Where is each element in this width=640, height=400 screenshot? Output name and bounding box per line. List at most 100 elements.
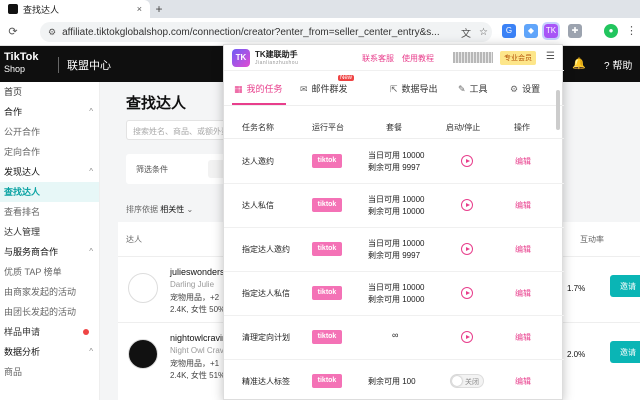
sidebar-item-label: 由团长发起的活动: [4, 307, 77, 317]
play-icon[interactable]: [461, 155, 473, 167]
invite-button[interactable]: 邀请: [610, 341, 640, 363]
tk-extension-icon[interactable]: TK: [542, 22, 560, 40]
new-tab-button[interactable]: +: [152, 2, 166, 16]
creator-avatar[interactable]: [128, 339, 158, 369]
sidebar-item-label: 查找达人: [4, 187, 41, 197]
sidebar-item-label: 由商家发起的活动: [4, 287, 77, 297]
toggle-label: 关闭: [465, 379, 479, 386]
sidebar-item-label: 达人管理: [4, 227, 41, 237]
tk-logo-icon: TK: [232, 49, 250, 67]
sidebar-item-label: 公开合作: [4, 127, 41, 137]
chevron-up-icon[interactable]: ^: [89, 102, 93, 122]
edit-link[interactable]: 编辑: [515, 332, 531, 343]
vip-badge[interactable]: 专业会员: [500, 51, 536, 65]
popup-scrollbar[interactable]: [556, 90, 560, 130]
sort-row[interactable]: 排序依据 相关性 ⌄: [126, 204, 193, 215]
creator-name[interactable]: julieswondersh: [170, 267, 230, 277]
tab-tools[interactable]: ✎ 工具: [458, 82, 488, 95]
profile-avatar-icon[interactable]: ●: [604, 24, 618, 38]
chevron-up-icon[interactable]: ^: [89, 342, 93, 362]
browser-tab-bar: 查找达人 × +: [0, 0, 640, 18]
task-name: 精准达人标签: [242, 377, 290, 386]
help-button[interactable]: ? 帮助: [604, 57, 632, 72]
tab-mail-broadcast[interactable]: ✉ 邮件群发: [300, 82, 348, 95]
help-icon: ?: [604, 61, 610, 72]
sidebar-item[interactable]: 查看排名: [0, 202, 99, 222]
tiktok-shop-logo[interactable]: TikTok Shop: [4, 51, 38, 75]
column-header-creator: 达人: [126, 235, 142, 244]
site-info-icon[interactable]: ⚙: [48, 27, 56, 38]
sort-value[interactable]: 相关性: [160, 205, 184, 214]
sidebar-item[interactable]: 合作 ^: [0, 102, 99, 122]
popup-menu-icon[interactable]: ☰: [546, 51, 555, 62]
creator-rate: 1.7%: [567, 284, 586, 293]
play-icon[interactable]: [461, 243, 473, 255]
plan-remaining: 剩余可用 9997: [368, 163, 421, 172]
chevron-up-icon[interactable]: ^: [89, 162, 93, 182]
tutorial-link[interactable]: 使用教程: [402, 53, 434, 64]
edit-link[interactable]: 编辑: [515, 376, 531, 387]
tiktok-favicon-icon: [8, 4, 18, 14]
creator-avatar[interactable]: [128, 273, 158, 303]
tab-label: 数据导出: [401, 84, 438, 94]
task-row: 指定达人邀约 tiktok 当日可用 10000 剩余可用 9997 编辑: [224, 228, 564, 272]
task-table-header: 任务名称 运行平台 套餐 启动/停止 操作: [224, 111, 564, 139]
close-tab-icon[interactable]: ×: [137, 4, 142, 14]
plan-daily: 当日可用 10000: [368, 283, 425, 292]
extension-icon[interactable]: ◆: [524, 24, 538, 38]
task-name: 指定达人邀约: [242, 245, 290, 254]
creator-name[interactable]: nightowlcravin: [170, 333, 227, 343]
creator-category: 宠物用品，+2: [170, 293, 220, 302]
status-toggle[interactable]: 关闭: [450, 374, 484, 388]
sidebar-item[interactable]: 由团长发起的活动: [0, 302, 99, 322]
sidebar-item[interactable]: 首页: [0, 82, 99, 102]
play-icon[interactable]: [461, 199, 473, 211]
tab-my-tasks[interactable]: ▦ 我的任务: [234, 82, 283, 95]
grid-icon: ▦: [234, 84, 243, 94]
sidebar-item[interactable]: 商品: [0, 362, 99, 382]
sidebar-item[interactable]: 发现达人 ^: [0, 162, 99, 182]
kebab-menu-icon[interactable]: ⋮: [626, 24, 637, 37]
translate-extension-icon[interactable]: G: [502, 24, 516, 38]
tab-settings[interactable]: ⚙ 设置: [510, 82, 540, 95]
column-header-rate: 互动率: [580, 235, 604, 244]
edit-link[interactable]: 编辑: [515, 200, 531, 211]
sidebar-item[interactable]: 公开合作: [0, 122, 99, 142]
sidebar-item-label: 合作: [4, 107, 23, 117]
edit-link[interactable]: 编辑: [515, 156, 531, 167]
tab-label: 我的任务: [246, 84, 283, 94]
sidebar-item[interactable]: 数据分析 ^: [0, 342, 99, 362]
browser-tab[interactable]: 查找达人 ×: [0, 0, 150, 18]
puzzle-extension-icon[interactable]: ✚: [568, 24, 582, 38]
reload-icon[interactable]: ⟳: [6, 25, 20, 38]
sidebar-item[interactable]: 达人管理: [0, 222, 99, 242]
sidebar-item-label: 首页: [4, 87, 23, 97]
platform-badge: tiktok: [312, 330, 342, 344]
edit-link[interactable]: 编辑: [515, 244, 531, 255]
popup-app-name: TK建联助手: [255, 50, 298, 59]
invite-button[interactable]: 邀请: [610, 275, 640, 297]
task-name: 清理定向计划: [242, 333, 290, 342]
star-icon[interactable]: ☆: [479, 27, 488, 38]
play-icon[interactable]: [461, 287, 473, 299]
chevron-up-icon[interactable]: ^: [89, 242, 93, 262]
platform-badge: tiktok: [312, 198, 342, 212]
sidebar-item-label: 样品申请: [4, 327, 41, 337]
url-bar[interactable]: ⚙ affiliate.tiktokglobalshop.com/connect…: [40, 22, 492, 42]
sidebar-item[interactable]: 由商家发起的活动: [0, 282, 99, 302]
tab-label: 设置: [522, 84, 541, 94]
sidebar-item[interactable]: 样品申请: [0, 322, 99, 342]
sidebar-item[interactable]: 定向合作: [0, 142, 99, 162]
translate-icon[interactable]: 文: [461, 25, 471, 40]
sidebar-item[interactable]: 优质 TAP 榜单: [0, 262, 99, 282]
sidebar-item[interactable]: 与服务商合作 ^: [0, 242, 99, 262]
sidebar-item[interactable]: 查找达人: [0, 182, 99, 202]
play-icon[interactable]: [461, 331, 473, 343]
contact-support-link[interactable]: 联系客服: [362, 53, 394, 64]
task-row: 指定达人私信 tiktok 当日可用 10000 剩余可用 10000 编辑: [224, 272, 564, 316]
tab-data-export[interactable]: ⇱ 数据导出: [390, 82, 438, 95]
bell-icon[interactable]: 🔔: [572, 57, 586, 70]
edit-link[interactable]: 编辑: [515, 288, 531, 299]
platform-badge: tiktok: [312, 374, 342, 388]
creator-category: 宠物用品，+1: [170, 359, 220, 368]
